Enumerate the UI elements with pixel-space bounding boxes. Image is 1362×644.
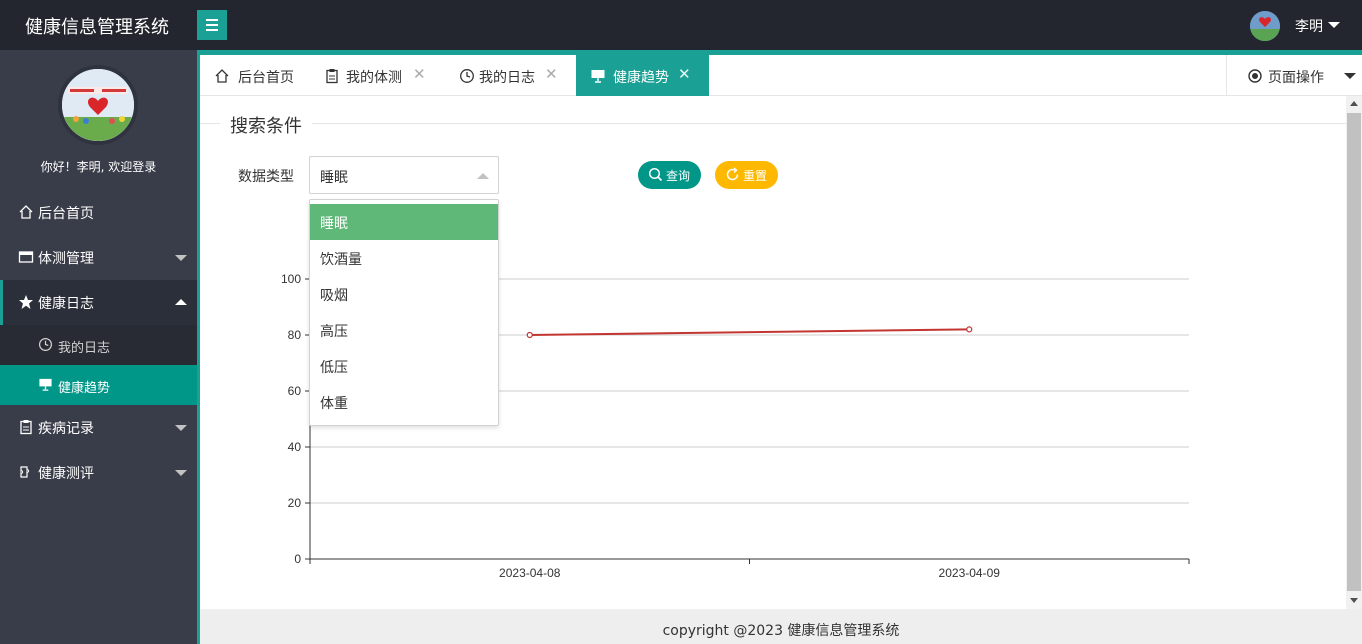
tab-my-test[interactable]: 我的体测 ✕ <box>310 55 436 96</box>
tab-home[interactable]: 后台首页 <box>200 55 310 96</box>
tab-label: 健康趋势 <box>613 70 669 86</box>
dropdown-option[interactable]: 体重 <box>310 384 498 420</box>
chevron-up-icon <box>477 173 489 179</box>
sidebar-item-label: 疾病记录 <box>38 421 94 437</box>
search-icon <box>648 167 663 182</box>
clipboard-icon <box>20 420 32 435</box>
refresh-icon <box>726 167 739 181</box>
sidebar-item-label: 我的日志 <box>58 341 111 356</box>
chevron-down-icon <box>175 425 187 431</box>
target-icon <box>1248 69 1262 83</box>
series-line <box>529 328 970 336</box>
user-name[interactable]: 李明 <box>1295 16 1323 36</box>
sidebar-item-label: 体测管理 <box>38 251 94 267</box>
vertical-scrollbar[interactable] <box>1346 96 1362 609</box>
y-tick-label: 0 <box>294 552 301 566</box>
avatar-image <box>1250 11 1280 41</box>
close-icon[interactable]: ✕ <box>413 65 426 83</box>
chevron-down-icon <box>175 255 187 261</box>
option-label: 饮酒量 <box>320 252 362 268</box>
sidebar-item-health-log[interactable]: 健康日志 <box>0 280 197 325</box>
scroll-up-arrow-icon[interactable] <box>1350 101 1358 106</box>
menu-icon <box>206 19 218 21</box>
dropdown-option[interactable]: 吸烟 <box>310 276 498 312</box>
data-type-label: 数据类型 <box>238 169 294 185</box>
scrollbar-thumb[interactable] <box>1347 113 1361 591</box>
reset-button-label: 重置 <box>743 169 768 183</box>
welcome-text: 你好！李明, 欢迎登录 <box>40 160 157 174</box>
tab-bar: 后台首页 我的体测 ✕ 我的日志 ✕ 健康趋势 ✕ 页面操作 <box>200 50 1362 96</box>
presentation-icon <box>39 378 52 391</box>
clock-icon <box>38 337 53 352</box>
dropdown-option[interactable]: 饮酒量 <box>310 240 498 276</box>
option-label: 高压 <box>320 324 348 340</box>
query-button[interactable]: 查询 <box>638 161 701 189</box>
y-tick-label: 100 <box>281 272 301 286</box>
menu-icon-bar <box>206 29 218 31</box>
user-avatar[interactable] <box>1250 11 1280 41</box>
close-icon[interactable]: ✕ <box>678 65 691 83</box>
sidebar-item-body-test[interactable]: 体测管理 <box>0 235 197 280</box>
data-point <box>526 331 533 339</box>
scroll-down-arrow-icon[interactable] <box>1350 598 1358 603</box>
main-content: 搜索条件 0 20 40 60 80 100 2023-04-08 2023-04-09 数据… <box>200 96 1346 609</box>
page-operations-menu[interactable]: 页面操作 <box>1226 55 1362 96</box>
y-tick-label: 40 <box>288 440 302 454</box>
dropdown-option[interactable]: 高压 <box>310 312 498 348</box>
sidebar-item-disease[interactable]: 疾病记录 <box>0 405 197 450</box>
menu-icon-bar <box>206 24 218 26</box>
window-icon <box>18 251 34 263</box>
menu-toggle-button[interactable] <box>197 10 227 40</box>
data-type-select[interactable]: 睡眠 <box>309 156 499 194</box>
dropdown-option[interactable]: 睡眠 <box>310 204 498 240</box>
home-icon <box>215 69 229 83</box>
option-label: 体重 <box>320 396 348 412</box>
x-tick-label: 2023-04-08 <box>499 566 561 580</box>
clipboard-icon <box>326 69 338 84</box>
data-type-selected-value: 睡眠 <box>320 170 348 186</box>
sidebar-item-evaluation[interactable]: 健康测评 <box>0 450 197 495</box>
option-label: 吸烟 <box>320 288 348 304</box>
chevron-down-icon <box>175 470 187 476</box>
sidebar-item-health-trend[interactable]: 健康趋势 <box>0 365 197 405</box>
tab-my-log[interactable]: 我的日志 ✕ <box>445 55 571 96</box>
dropdown-option[interactable]: 低压 <box>310 348 498 384</box>
y-tick-label: 20 <box>288 496 302 510</box>
avatar-image <box>62 69 134 141</box>
tab-label: 后台首页 <box>238 70 294 86</box>
data-point <box>966 326 973 333</box>
chevron-up-icon <box>175 299 187 305</box>
y-tick-label: 80 <box>288 328 302 342</box>
sidebar-item-label: 后台首页 <box>38 206 94 222</box>
x-tick-label: 2023-04-09 <box>939 566 1001 580</box>
chevron-down-icon <box>1344 73 1356 79</box>
puzzle-icon <box>20 466 30 478</box>
query-button-label: 查询 <box>666 169 691 183</box>
sidebar-item-my-log[interactable]: 我的日志 <box>0 325 197 365</box>
sidebar-item-label: 健康测评 <box>38 466 94 482</box>
sidebar-avatar <box>58 65 138 145</box>
top-header: 健康信息管理系统 李明 <box>0 0 1362 50</box>
clock-icon <box>460 69 474 83</box>
sidebar-item-home[interactable]: 后台首页 <box>0 190 197 235</box>
option-label: 低压 <box>320 360 348 376</box>
option-label: 睡眠 <box>320 216 348 232</box>
tab-health-trend[interactable]: 健康趋势 ✕ <box>576 55 709 96</box>
data-type-dropdown: 睡眠 饮酒量 吸烟 高压 低压 体重 <box>309 199 499 426</box>
sidebar: 你好！李明, 欢迎登录 后台首页 体测管理 健康日志 我的日志 健康趋势 疾病记… <box>0 50 197 644</box>
app-title: 健康信息管理系统 <box>25 17 169 38</box>
star-icon <box>19 295 33 309</box>
sidebar-item-label: 健康趋势 <box>58 381 111 396</box>
y-tick-label: 60 <box>288 384 302 398</box>
presentation-icon <box>591 70 605 83</box>
tab-label: 我的体测 <box>346 70 402 86</box>
tab-label: 我的日志 <box>479 70 535 86</box>
reset-button[interactable]: 重置 <box>715 161 778 189</box>
chevron-down-icon[interactable] <box>1328 22 1340 28</box>
close-icon[interactable]: ✕ <box>545 65 558 83</box>
sidebar-item-label: 健康日志 <box>38 296 94 312</box>
footer: copyright @2023 健康信息管理系统 <box>200 609 1362 644</box>
home-icon <box>19 205 33 219</box>
page-operations-label: 页面操作 <box>1268 70 1324 86</box>
